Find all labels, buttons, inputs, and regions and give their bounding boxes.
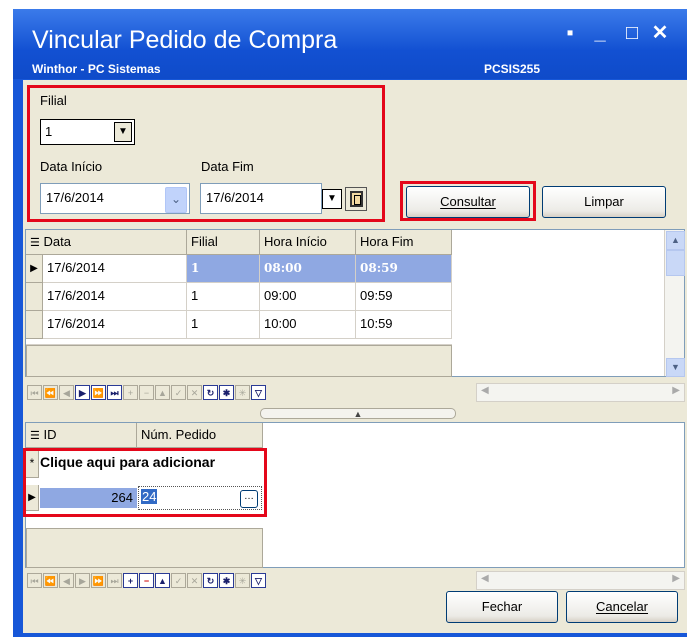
scroll-down-icon[interactable]: ▼ [666, 358, 685, 377]
cancel-edit-icon[interactable]: ✕ [187, 384, 202, 400]
close-button[interactable]: ✕ [648, 22, 672, 44]
cancel-edit-icon[interactable]: ✕ [187, 572, 202, 588]
next-page-icon[interactable]: ⏩ [91, 384, 106, 400]
column-header-hora-fim[interactable]: Hora Fim [356, 230, 452, 255]
scroll-thumb[interactable] [666, 250, 685, 276]
window-subtitle: Winthor - PC Sistemas [32, 62, 161, 76]
delete-icon[interactable]: − [139, 384, 154, 400]
bookmark-icon[interactable]: ✱ [219, 384, 234, 400]
row-indicator [26, 311, 43, 339]
table-row-cell[interactable]: 08:00 [260, 255, 356, 283]
grid-menu-icon[interactable]: ☰ [30, 430, 40, 442]
delete-icon[interactable]: − [139, 572, 154, 588]
grid-footer [26, 345, 452, 377]
goto-bookmark-icon[interactable]: ✳ [235, 384, 250, 400]
next-record-icon[interactable]: ▶ [75, 572, 90, 588]
cancelar-label: Cancelar [595, 599, 649, 614]
prior-page-icon[interactable]: ⏪ [43, 572, 58, 588]
scroll-left-icon[interactable]: ◀ [481, 573, 489, 584]
grid-footer [26, 528, 263, 568]
last-record-icon[interactable]: ⏭ [107, 572, 122, 588]
column-header-num-pedido[interactable]: Núm. Pedido [137, 423, 263, 448]
row-indicator [26, 283, 43, 311]
column-header-filial[interactable]: Filial [187, 230, 260, 255]
minimize-button[interactable]: _ [588, 22, 612, 44]
first-record-icon[interactable]: ⏮ [27, 572, 42, 588]
highlight-box [400, 181, 536, 221]
scroll-right-icon[interactable]: ▶ [672, 385, 680, 396]
column-header-data[interactable]: ☰ Data [26, 230, 187, 255]
fechar-label: Fechar [481, 599, 523, 614]
next-page-icon[interactable]: ⏩ [91, 572, 106, 588]
limpar-button[interactable]: Limpar [542, 186, 666, 218]
edit-icon[interactable]: ▲ [155, 384, 170, 400]
table-row-cell[interactable]: 10:00 [260, 311, 356, 339]
table-row-cell[interactable]: 1 [187, 283, 260, 311]
horizontal-scrollbar[interactable]: ◀ ▶ [476, 571, 685, 590]
fechar-button[interactable]: Fechar [446, 591, 558, 623]
table-row-cell[interactable]: 10:59 [356, 311, 452, 339]
limpar-label: Limpar [584, 194, 624, 209]
prior-record-icon[interactable]: ◀ [59, 572, 74, 588]
table-row-cell[interactable]: 17/6/2014 [43, 283, 187, 311]
highlight-box [27, 85, 385, 222]
next-record-icon[interactable]: ▶ [75, 384, 90, 400]
restore-icon[interactable]: ▪ [558, 22, 582, 44]
bookmark-icon[interactable]: ✱ [219, 572, 234, 588]
prior-record-icon[interactable]: ◀ [59, 384, 74, 400]
column-header-id[interactable]: ☰ ID [26, 423, 137, 448]
grid-navigator: ⏮ ⏪ ◀ ▶ ⏩ ⏭ + − ▲ ✓ ✕ ↻ ✱ ✳ ▽ [25, 379, 455, 405]
insert-icon[interactable]: + [123, 384, 138, 400]
insert-icon[interactable]: + [123, 572, 138, 588]
row-indicator-icon: ▶ [26, 255, 43, 283]
table-row-cell[interactable]: 1 [187, 255, 260, 283]
vertical-scrollbar[interactable]: ▲ ▼ [664, 230, 685, 377]
table-row-cell[interactable]: 17/6/2014 [43, 255, 187, 283]
maximize-button[interactable]: □ [620, 22, 644, 44]
window-title: Vincular Pedido de Compra [32, 26, 338, 54]
highlight-box [23, 448, 267, 517]
goto-bookmark-icon[interactable]: ✳ [235, 572, 250, 588]
table-row-cell[interactable]: 1 [187, 311, 260, 339]
filter-icon[interactable]: ▽ [251, 384, 266, 400]
last-record-icon[interactable]: ⏭ [107, 384, 122, 400]
refresh-icon[interactable]: ↻ [203, 572, 218, 588]
table-row-cell[interactable]: 08:59 [356, 255, 452, 283]
grid-navigator: ⏮ ⏪ ◀ ▶ ⏩ ⏭ + − ▲ ✓ ✕ ↻ ✱ ✳ ▽ [25, 570, 455, 590]
post-icon[interactable]: ✓ [171, 572, 186, 588]
edit-icon[interactable]: ▲ [155, 572, 170, 588]
table-row-cell[interactable]: 09:00 [260, 283, 356, 311]
filter-icon[interactable]: ▽ [251, 572, 266, 588]
post-icon[interactable]: ✓ [171, 384, 186, 400]
scroll-left-icon[interactable]: ◀ [481, 385, 489, 396]
horizontal-scrollbar[interactable]: ◀ ▶ [476, 383, 685, 402]
splitter-handle-icon[interactable]: ▲ [260, 408, 456, 419]
table-row-cell[interactable]: 17/6/2014 [43, 311, 187, 339]
prior-page-icon[interactable]: ⏪ [43, 384, 58, 400]
cancelar-button[interactable]: Cancelar [566, 591, 678, 623]
table-row-cell[interactable]: 09:59 [356, 283, 452, 311]
grid-menu-icon[interactable]: ☰ [30, 237, 40, 249]
refresh-icon[interactable]: ↻ [203, 384, 218, 400]
scroll-up-icon[interactable]: ▲ [666, 231, 685, 250]
form-code: PCSIS255 [484, 62, 541, 76]
scroll-right-icon[interactable]: ▶ [672, 573, 680, 584]
first-record-icon[interactable]: ⏮ [27, 384, 42, 400]
column-header-hora-inicio[interactable]: Hora Início [260, 230, 356, 255]
